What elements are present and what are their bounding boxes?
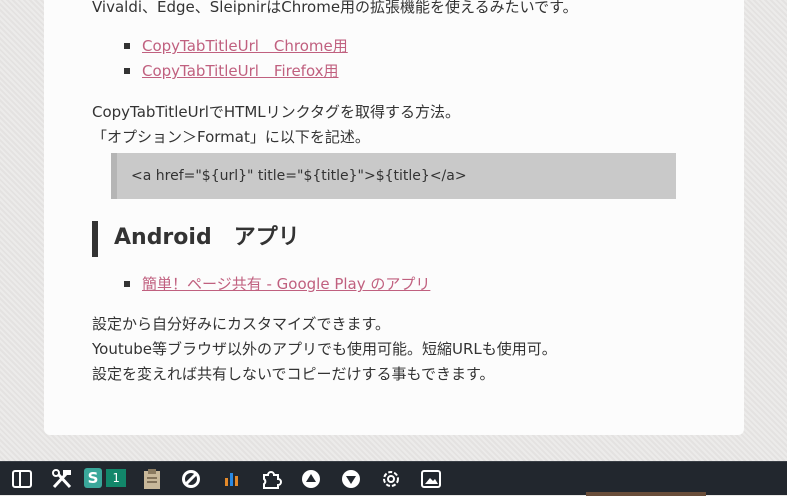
settings-gear-icon[interactable] [377, 465, 405, 493]
intro-text: Vivaldi、Edge、SleipnirはChrome用の拡張機能を使えるみた… [92, 0, 578, 16]
outro-line-3: 設定を変えれば共有しないでコピーだけする事もできます。 [92, 365, 495, 383]
sound-bars-icon[interactable] [218, 465, 246, 493]
heading-accent-bar [92, 221, 98, 257]
scroll-up-icon[interactable] [297, 465, 325, 493]
bullet-square-icon [124, 281, 130, 287]
panel-toggle-icon[interactable] [8, 465, 36, 493]
block-icon[interactable] [177, 465, 205, 493]
clipboard-icon[interactable] [138, 465, 166, 493]
tools-icon[interactable] [48, 465, 76, 493]
howto-line-2: 「オプション＞Format」に以下を記述。 [92, 128, 370, 146]
howto-line-1: CopyTabTitleUrlでHTMLリンクタグを取得する方法。 [92, 103, 461, 121]
chrome-extension-link[interactable]: CopyTabTitleUrl Chrome用 [142, 36, 348, 56]
outro-line-2: Youtube等ブラウザ以外のアプリでも使用可能。短縮URLも使用可。 [92, 340, 557, 358]
firefox-extension-link[interactable]: CopyTabTitleUrl Firefox用 [142, 61, 339, 81]
scroll-down-icon[interactable] [337, 465, 365, 493]
s-extension-icon[interactable]: S [84, 468, 102, 488]
bullet-square-icon [124, 68, 130, 74]
outro-paragraph: 設定から自分好みにカスタマイズできます。 Youtube等ブラウザ以外のアプリで… [92, 312, 557, 387]
notification-count-badge: 1 [106, 469, 126, 487]
android-heading: Android アプリ [114, 225, 300, 250]
code-block: <a href="${url}" title="${title}">${titl… [111, 153, 676, 199]
google-play-app-link[interactable]: 簡単！ページ共有 - Google Play のアプリ [142, 274, 430, 294]
status-bar-accent [586, 492, 706, 496]
extensions-puzzle-icon[interactable] [257, 465, 285, 493]
outro-line-1: 設定から自分好みにカスタマイズできます。 [92, 315, 391, 333]
image-icon[interactable] [417, 465, 445, 493]
browser-status-bar: S 1 [0, 461, 787, 496]
bullet-square-icon [124, 43, 130, 49]
howto-paragraph: CopyTabTitleUrlでHTMLリンクタグを取得する方法。 「オプション… [92, 100, 460, 150]
